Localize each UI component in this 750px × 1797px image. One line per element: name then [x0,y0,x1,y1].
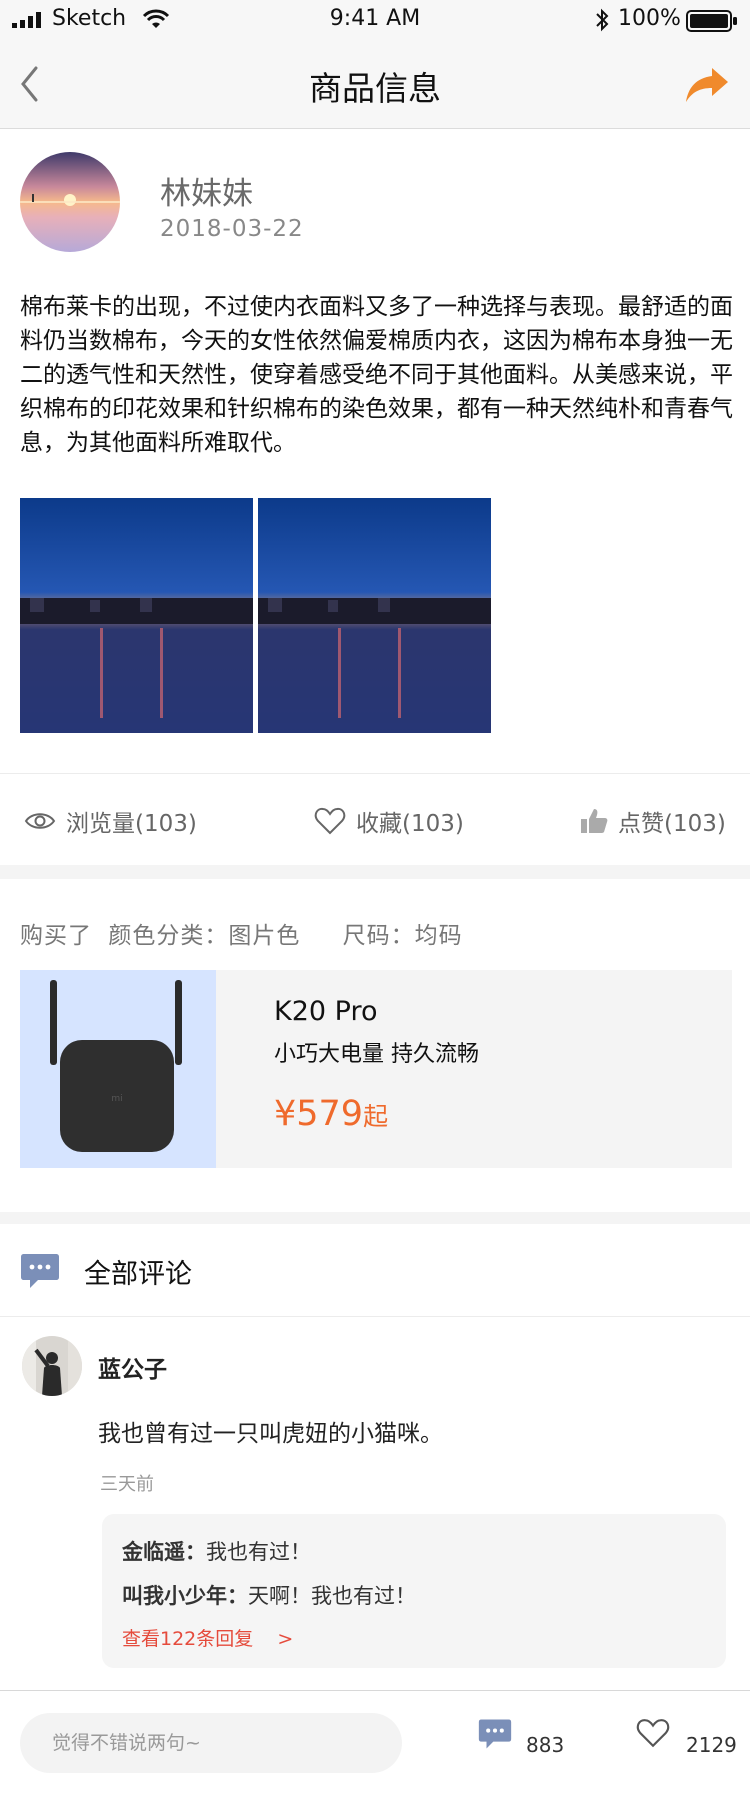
battery-icon [686,10,738,36]
bluetooth-icon [594,8,610,36]
reply-user: 金临遥 [122,1540,185,1564]
like-count: 2129 [686,1733,737,1757]
product-description: 小巧大电量 持久流畅 [274,1042,479,1067]
product-name: K20 Pro [274,996,378,1027]
post-date: 2018-03-22 [160,216,304,242]
reply-user: 叫我小少年 [122,1584,227,1608]
price-suffix: 起 [363,1102,389,1131]
reply-item[interactable]: 金临遥：我也有过！ [122,1536,311,1566]
favorites-label: 收藏(103) [356,811,464,837]
commenter-name[interactable]: 蓝公子 [98,1350,167,1384]
chevron-right-icon: > [277,1628,294,1650]
comment-count-button[interactable] [478,1717,512,1755]
like-button[interactable] [636,1717,670,1753]
favorites-stat[interactable]: 收藏(103) [314,804,464,838]
view-replies-link[interactable]: 查看122条回复 > [122,1624,293,1651]
price-value: ¥579 [274,1094,364,1134]
svg-text:mi: mi [111,1094,122,1104]
author-name[interactable]: 林妹妹 [160,168,253,213]
status-bar: Sketch 9:41 AM 100% [0,0,750,40]
reply-separator: ： [227,1584,248,1608]
purchase-color: 颜色分类：图片色 [108,923,301,949]
author-avatar[interactable] [20,152,120,252]
post-photo[interactable] [20,498,253,733]
reply-item[interactable]: 叫我小少年：天啊！我也有过！ [122,1580,416,1610]
views-label: 浏览量(103) [66,811,197,837]
purchase-prefix: 购买了 [20,923,92,949]
reply-separator: ： [185,1540,206,1564]
comments-title: 全部评论 [84,1259,192,1290]
battery-percent: 100% [618,6,681,31]
comments-header: 全部评论 [0,1224,750,1317]
heart-icon [636,1719,670,1748]
likes-stat[interactable]: 点赞(103) [580,804,726,838]
share-arrow-icon [686,68,728,102]
replies-box: 金临遥：我也有过！ 叫我小少年：天啊！我也有过！ 查看122条回复 > [102,1514,726,1668]
comment-bubble-icon [21,1254,59,1288]
share-button[interactable] [684,64,730,104]
purchase-info: 购买了 颜色分类：图片色 尺码：均码 [20,916,463,950]
post-photo[interactable] [258,498,491,733]
comment-bubble-icon [478,1719,512,1749]
navigation-bar: 商品信息 [0,40,750,129]
stats-row: 浏览量(103) 收藏(103) 点赞(103) [0,773,750,866]
likes-label: 点赞(103) [618,811,726,837]
commenter-avatar[interactable] [22,1336,82,1396]
comment-text: 我也曾有过一只叫虎妞的小猫咪。 [98,1421,443,1447]
bottom-bar: 883 2129 [0,1690,750,1797]
comment-count: 883 [526,1733,565,1757]
thumbs-up-icon [581,809,608,833]
eye-icon [24,813,56,829]
section-divider [0,1212,750,1224]
heart-icon [314,807,346,835]
page-title: 商品信息 [309,69,441,108]
product-image: mi [20,970,216,1168]
views-stat[interactable]: 浏览量(103) [24,804,197,838]
reply-text: 我也有过！ [206,1540,311,1564]
post-text: 棉布莱卡的出现，不过使内衣面料又多了一种选择与表现。最舒适的面料仍当数棉布，今天… [20,294,733,456]
purchase-size: 尺码：均码 [342,923,463,949]
comment-input[interactable] [20,1713,402,1773]
product-price: ¥579起 [274,1094,388,1134]
product-card[interactable]: mi K20 Pro 小巧大电量 持久流畅 ¥579起 [20,970,732,1168]
reply-text: 天啊！我也有过！ [248,1584,416,1608]
view-replies-label: 查看122条回复 [122,1628,254,1650]
section-divider [0,865,750,879]
comment-time: 三天前 [100,1474,154,1495]
